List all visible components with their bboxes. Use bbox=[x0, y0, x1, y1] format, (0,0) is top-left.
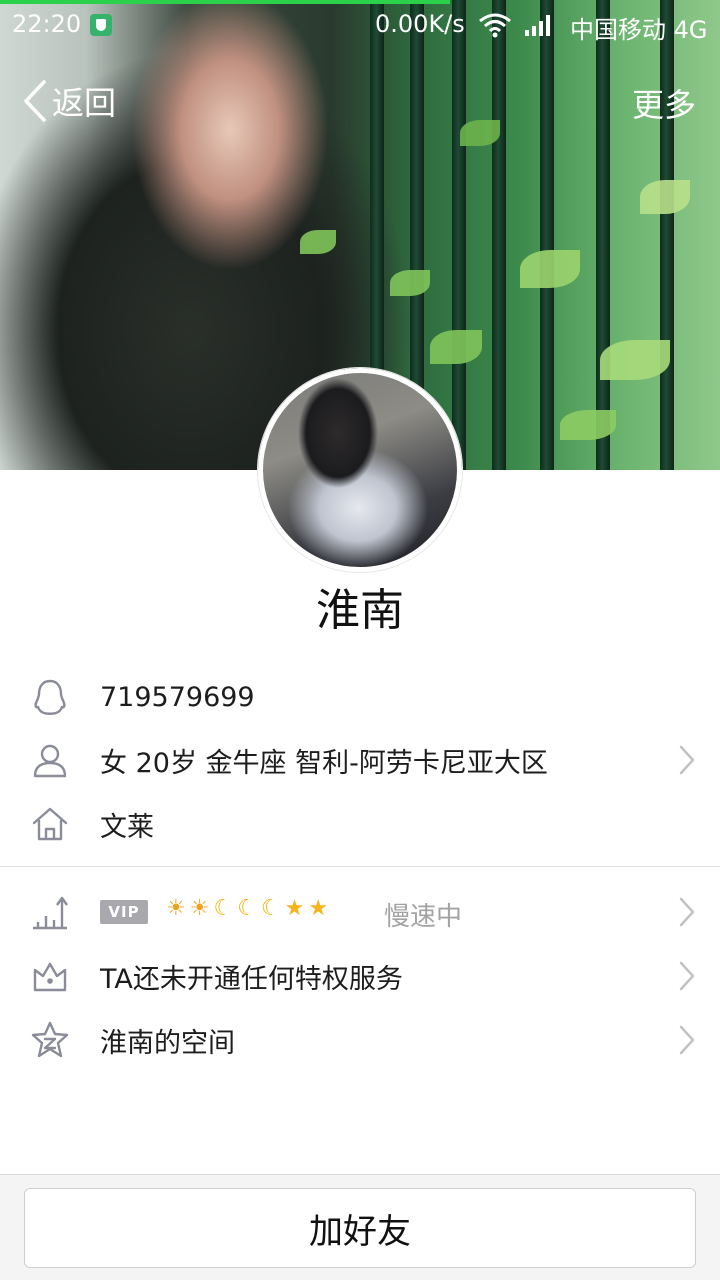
level-icons: ☀ ☀ ☾ ☾ ☾ ★ ★ bbox=[166, 896, 328, 921]
qq-number-row: 719579699 bbox=[0, 665, 720, 729]
wifi-icon bbox=[479, 13, 511, 38]
avatar[interactable] bbox=[258, 368, 462, 572]
add-friend-button[interactable]: 加好友 bbox=[24, 1188, 696, 1268]
basic-info-text: 女 20岁 金牛座 智利-阿劳卡尼亚大区 bbox=[100, 747, 548, 779]
carrier-label: 中国移动 4G bbox=[570, 10, 708, 45]
chevron-right-icon bbox=[679, 1025, 695, 1055]
penguin-icon bbox=[34, 679, 66, 715]
back-label: 返回 bbox=[52, 84, 117, 122]
moon-icon: ☾ bbox=[260, 896, 281, 921]
crown-icon bbox=[33, 962, 67, 992]
level-chart-icon bbox=[33, 896, 68, 930]
moon-icon: ☾ bbox=[237, 896, 257, 921]
privilege-text: TA还未开通任何特权服务 bbox=[100, 963, 403, 995]
qzone-row[interactable]: 淮南的空间 bbox=[0, 1008, 720, 1072]
star-icon: ★ bbox=[284, 896, 305, 921]
moon-icon: ☾ bbox=[213, 896, 234, 921]
home-icon bbox=[32, 807, 68, 841]
qzone-star-icon bbox=[31, 1021, 69, 1058]
nickname: 淮南 bbox=[316, 585, 404, 636]
divider bbox=[0, 866, 720, 867]
hometown-row: 文莱 bbox=[0, 792, 720, 856]
privilege-row[interactable]: TA还未开通任何特权服务 bbox=[0, 944, 720, 1008]
chevron-right-icon bbox=[679, 961, 695, 991]
qzone-text: 淮南的空间 bbox=[100, 1027, 235, 1059]
vip-badge: VIP bbox=[100, 900, 148, 924]
network-speed: 0.00K/s bbox=[375, 10, 465, 38]
chevron-right-icon bbox=[679, 745, 695, 775]
vip-status: 慢速中 bbox=[384, 902, 463, 932]
status-bar: 22:20 0.00K/s 中国移动 4G bbox=[0, 0, 720, 52]
person-icon bbox=[33, 744, 67, 778]
network-type: 4G bbox=[673, 16, 708, 44]
sun-icon: ☀ bbox=[166, 896, 186, 921]
basic-info-row[interactable]: 女 20岁 金牛座 智利-阿劳卡尼亚大区 bbox=[0, 728, 720, 792]
qq-number: 719579699 bbox=[100, 681, 255, 713]
chevron-right-icon bbox=[679, 897, 695, 927]
chevron-left-icon bbox=[24, 80, 46, 122]
sun-icon: ☀ bbox=[189, 896, 210, 921]
hometown-text: 文莱 bbox=[100, 811, 154, 843]
status-time: 22:20 bbox=[12, 10, 82, 38]
back-button[interactable]: 返回 bbox=[20, 78, 116, 124]
signal-icon bbox=[525, 15, 550, 36]
carrier-name: 中国移动 bbox=[570, 16, 666, 44]
more-button[interactable]: 更多 bbox=[632, 80, 696, 126]
star-icon: ★ bbox=[308, 896, 329, 921]
shield-icon bbox=[90, 14, 112, 36]
